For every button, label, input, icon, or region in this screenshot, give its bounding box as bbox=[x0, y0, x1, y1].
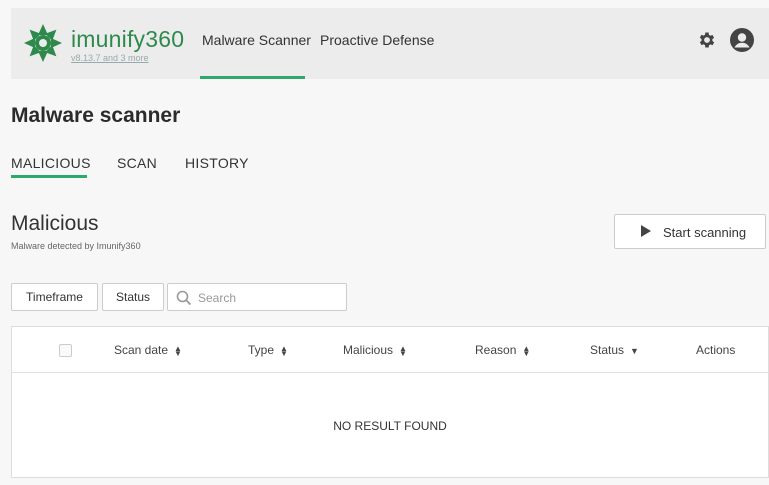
select-all-checkbox[interactable] bbox=[59, 344, 72, 357]
nav-active-indicator bbox=[200, 76, 305, 79]
status-filter-button[interactable]: Status bbox=[102, 283, 164, 311]
column-malicious[interactable]: Malicious ▲ ▼ bbox=[343, 343, 407, 357]
column-scan-date[interactable]: Scan date ▲ ▼ bbox=[114, 343, 182, 357]
tab-malicious[interactable]: MALICIOUS bbox=[11, 155, 91, 171]
column-status[interactable]: Status ▼ bbox=[590, 343, 639, 357]
sort-icon: ▲ ▼ bbox=[399, 343, 407, 358]
search-box[interactable] bbox=[167, 283, 347, 311]
table-header: Scan date ▲ ▼ Type ▲ ▼ Malicious ▲ ▼ Reason ▲ ▼ … bbox=[12, 327, 768, 373]
section-subtitle: Malware detected by Imunify360 bbox=[11, 241, 141, 251]
timeframe-filter-button[interactable]: Timeframe bbox=[11, 283, 98, 311]
column-type[interactable]: Type ▲ ▼ bbox=[248, 343, 288, 357]
top-bar: imunify360 v8.13.7 and 3 more Malware Sc… bbox=[11, 8, 769, 79]
version-link[interactable]: v8.13.7 and 3 more bbox=[71, 53, 149, 63]
column-actions: Actions bbox=[696, 343, 735, 357]
sort-icon: ▲ ▼ bbox=[522, 343, 531, 358]
column-label: Actions bbox=[696, 343, 736, 357]
play-icon bbox=[641, 225, 651, 237]
empty-state-text: NO RESULT FOUND bbox=[333, 419, 447, 433]
column-label: Malicious bbox=[343, 343, 394, 357]
sort-icon: ▲ ▼ bbox=[280, 343, 288, 358]
column-label: Scan date bbox=[114, 343, 169, 357]
column-label: Reason bbox=[475, 343, 517, 357]
nav-malware-scanner[interactable]: Malware Scanner bbox=[202, 32, 311, 48]
malicious-table: Scan date ▲ ▼ Type ▲ ▼ Malicious ▲ ▼ Reason ▲ ▼ … bbox=[11, 326, 769, 478]
tab-history[interactable]: HISTORY bbox=[185, 155, 249, 171]
nav-proactive-defense[interactable]: Proactive Defense bbox=[320, 32, 434, 48]
page-title: Malware scanner bbox=[11, 104, 181, 127]
tab-active-indicator bbox=[11, 175, 87, 178]
user-avatar-icon[interactable] bbox=[730, 28, 754, 52]
section-title: Malicious bbox=[11, 212, 99, 235]
column-reason[interactable]: Reason ▲ ▼ bbox=[475, 343, 530, 357]
search-icon bbox=[176, 290, 192, 306]
sort-icon: ▲ ▼ bbox=[174, 343, 182, 358]
brand-name[interactable]: imunify360 bbox=[71, 26, 184, 53]
sort-down-icon: ▼ bbox=[630, 346, 639, 356]
start-scanning-button[interactable]: Start scanning bbox=[614, 214, 766, 249]
gear-icon[interactable] bbox=[697, 30, 717, 50]
imunify-logo-icon[interactable] bbox=[23, 23, 63, 63]
column-label: Status bbox=[590, 343, 625, 357]
search-input[interactable] bbox=[196, 287, 340, 309]
tab-scan[interactable]: SCAN bbox=[117, 155, 157, 171]
start-scanning-label: Start scanning bbox=[663, 225, 747, 240]
column-label: Type bbox=[248, 343, 275, 357]
